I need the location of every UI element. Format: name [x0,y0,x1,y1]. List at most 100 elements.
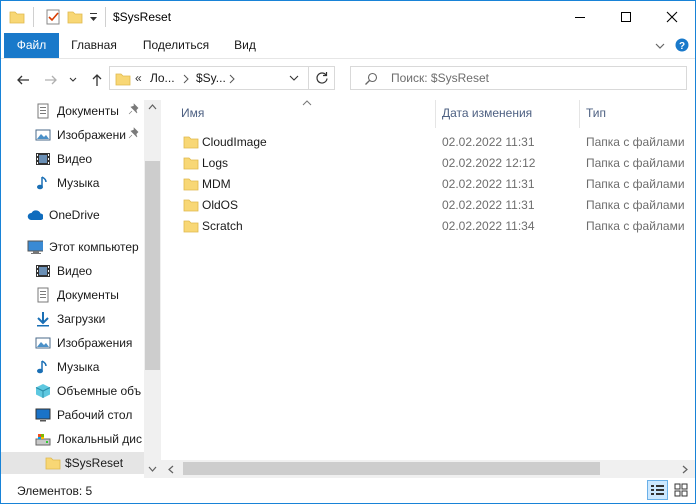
scroll-up-icon[interactable] [148,103,157,111]
arrow-right-icon [45,75,57,85]
nav-item-pc-video[interactable]: Видео [1,260,144,282]
table-row[interactable]: Logs 02.02.2022 12:12 Папка с файлами [179,152,695,173]
table-row[interactable]: CloudImage 02.02.2022 11:31 Папка с файл… [179,131,695,152]
file-name: OldOS [202,198,239,212]
table-row[interactable]: OldOS 02.02.2022 11:31 Папка с файлами [179,194,695,215]
maximize-button[interactable] [603,1,649,33]
close-button[interactable] [649,1,695,33]
file-date: 02.02.2022 12:12 [442,156,536,170]
tab-share[interactable]: Поделиться [135,33,217,58]
sort-ascending-icon [302,100,312,106]
properties-icon[interactable] [45,9,61,25]
nav-item-downloads[interactable]: Загрузки [1,308,144,330]
help-icon[interactable]: ? [675,38,689,52]
tab-view[interactable]: Вид [227,33,263,58]
address-segment[interactable]: $Sy... [196,71,226,85]
chevron-down-icon[interactable] [288,74,300,84]
arrow-left-icon [17,75,29,85]
scrollbar-thumb[interactable] [145,161,160,370]
nav-item-video[interactable]: Видео [1,148,144,170]
up-button[interactable] [86,69,108,91]
folder-icon [9,11,25,24]
file-type: Папка с файлами [586,135,685,149]
file-name: Scratch [202,219,243,233]
folder-icon [45,457,61,470]
customize-qa-icon[interactable] [89,9,99,25]
horizontal-scrollbar[interactable] [161,460,695,478]
folder-icon [115,73,131,86]
file-name: CloudImage [202,135,267,149]
chevron-down-icon [69,77,77,82]
address-bar[interactable]: « Ло... $Sy... [109,66,309,90]
nav-item-3d-objects[interactable]: Объемные объ [1,380,144,402]
nav-item-local-disk[interactable]: Локальный дис [1,428,144,450]
large-icons-view-button[interactable] [671,480,692,500]
music-icon [37,176,47,190]
nav-item-this-pc[interactable]: Этот компьютер [1,236,144,258]
folder-icon [183,157,199,170]
new-folder-icon[interactable] [67,9,83,25]
ribbon-expand-icon[interactable] [654,40,666,52]
nav-item-pc-music[interactable]: Музыка [1,356,144,378]
scroll-left-icon[interactable] [167,465,175,474]
back-button[interactable] [12,69,34,91]
column-header-type[interactable]: Тип [586,106,606,120]
documents-icon [37,103,49,119]
details-view-button[interactable] [647,480,668,500]
refresh-icon [315,72,328,84]
nav-pane-scrollbar[interactable] [144,100,161,478]
forward-button[interactable] [40,69,62,91]
file-type: Папка с файлами [586,177,685,191]
search-icon [365,72,378,85]
file-type: Папка с файлами [586,219,685,233]
pin-icon[interactable] [128,103,144,119]
documents-icon [37,287,49,303]
details-view-icon [651,485,664,495]
tab-home[interactable]: Главная [63,33,125,58]
nav-item-documents[interactable]: Документы [1,100,144,122]
maximize-icon [621,12,631,22]
computer-icon [27,240,43,254]
nav-item-sysreset[interactable]: $SysReset [1,452,144,474]
tab-file[interactable]: Файл [4,33,59,58]
refresh-button[interactable] [309,66,335,90]
chevron-right-icon[interactable] [182,74,190,84]
nav-item-pc-pictures[interactable]: Изображения [1,332,144,354]
recent-locations-button[interactable] [62,69,84,91]
nav-item-music[interactable]: Музыка [1,172,144,194]
navigation-pane: Документы Изображени Видео Музыка OneDri… [1,100,161,478]
column-divider[interactable] [435,100,436,128]
scroll-down-icon[interactable] [148,465,157,473]
folder-icon [183,220,199,233]
search-box[interactable]: Поиск: $SysReset [350,66,687,90]
address-overflow-chevron[interactable]: « [135,71,142,85]
pictures-icon [35,337,51,349]
minimize-button[interactable] [557,1,603,33]
table-row[interactable]: Scratch 02.02.2022 11:34 Папка с файлами [179,215,695,236]
file-date: 02.02.2022 11:31 [442,177,535,191]
video-icon [36,265,50,277]
file-type: Папка с файлами [586,156,685,170]
file-date: 02.02.2022 11:34 [442,219,535,233]
status-bar: Элементов: 5 [1,478,695,503]
column-header-date[interactable]: Дата изменения [442,106,532,120]
arrow-up-icon [92,74,102,86]
chevron-right-icon[interactable] [228,74,236,84]
column-divider[interactable] [579,100,580,128]
file-date: 02.02.2022 11:31 [442,198,535,212]
table-row[interactable]: MDM 02.02.2022 11:31 Папка с файлами [179,173,695,194]
nav-item-pc-documents[interactable]: Документы [1,284,144,306]
video-icon [36,153,50,165]
nav-item-pictures[interactable]: Изображени [1,124,144,146]
pin-icon[interactable] [128,127,144,143]
nav-item-onedrive[interactable]: OneDrive [1,204,144,226]
scrollbar-thumb[interactable] [183,462,600,475]
search-input[interactable]: Поиск: $SysReset [391,71,489,85]
file-name: Logs [202,156,229,170]
column-header-name[interactable]: Имя [181,106,204,120]
address-segment[interactable]: Ло... [150,71,175,85]
nav-item-desktop[interactable]: Рабочий стол [1,404,144,426]
scroll-right-icon[interactable] [681,465,689,474]
file-name: MDM [202,177,231,191]
explorer-window: $SysReset Файл Главная Поделиться Вид ? [0,0,696,504]
